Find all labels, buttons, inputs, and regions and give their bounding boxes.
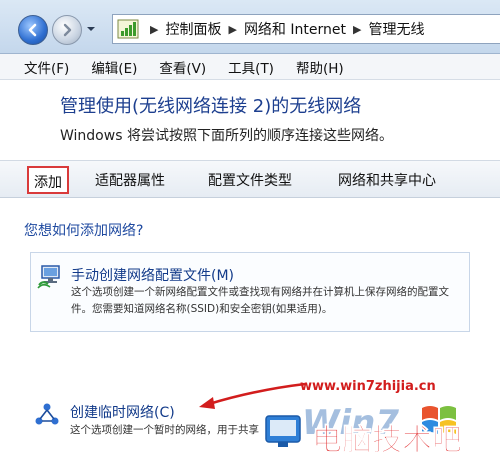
recent-pages-dropdown-icon[interactable] <box>86 24 96 34</box>
add-button[interactable]: 添加 <box>27 166 69 194</box>
network-monitor-icon <box>37 265 60 289</box>
breadcrumb-separator-icon: ▶ <box>150 22 159 36</box>
add-network-question: 您想如何添加网络? <box>24 223 144 239</box>
page-description: Windows 将尝试按照下面所列的顺序连接这些网络。 <box>60 128 393 144</box>
menu-view[interactable]: 查看(V) <box>159 57 206 77</box>
breadcrumb-network-internet[interactable]: 网络和 Internet <box>244 19 346 39</box>
network-sharing-center-button[interactable]: 网络和共享中心 <box>338 170 436 190</box>
watermark-site-name: 电脑技术吧 <box>312 423 462 458</box>
monitor-logo-icon <box>265 415 301 447</box>
breadcrumb-control-panel[interactable]: 控制面板 <box>165 19 221 39</box>
option-title: 手动创建网络配置文件(M) <box>71 268 235 284</box>
option-title: 创建临时网络(C) <box>70 405 175 421</box>
manual-create-profile-option[interactable]: 手动创建网络配置文件(M) 这个选项创建一个新网络配置文件或查找现有网络并在计算… <box>30 252 470 332</box>
page-title: 管理使用(无线网络连接 2)的无线网络 <box>60 96 362 117</box>
adapter-properties-button[interactable]: 适配器属性 <box>95 170 165 190</box>
back-button[interactable] <box>18 15 48 45</box>
network-signal-icon <box>117 19 139 39</box>
forward-button[interactable] <box>52 15 82 45</box>
adhoc-network-icon <box>35 403 59 425</box>
address-path[interactable]: ▶ 控制面板 ▶ 网络和 Internet ▶ 管理无线 <box>112 14 500 44</box>
menu-file[interactable]: 文件(F) <box>24 57 69 77</box>
command-toolbar: 添加 适配器属性 配置文件类型 网络和共享中心 <box>0 160 500 198</box>
profile-types-button[interactable]: 配置文件类型 <box>208 170 292 190</box>
watermark-url: www.win7zhijia.cn <box>300 379 436 394</box>
menu-tools[interactable]: 工具(T) <box>228 57 274 77</box>
back-arrow-icon <box>28 23 37 37</box>
option-description-line: 件。您需要知道网络名称(SSID)和安全密钥(如果适用)。 <box>71 303 333 315</box>
menu-edit[interactable]: 编辑(E) <box>91 57 137 77</box>
option-description-line: 这个选项创建一个新网络配置文件或查找现有网络并在计算机上保存网络的配置文 <box>71 286 449 298</box>
option-description: 这个选项创建一个新网络配置文件或查找现有网络并在计算机上保存网络的配置文 件。您… <box>71 284 471 318</box>
forward-arrow-icon <box>63 23 72 37</box>
breadcrumb-manage-wireless[interactable]: 管理无线 <box>368 19 424 39</box>
breadcrumb-separator-icon: ▶ <box>228 22 237 36</box>
address-bar: ▶ 控制面板 ▶ 网络和 Internet ▶ 管理无线 <box>0 0 500 54</box>
menu-bar: 文件(F) 编辑(E) 查看(V) 工具(T) 帮助(H) <box>0 54 500 80</box>
menu-help[interactable]: 帮助(H) <box>296 57 344 77</box>
breadcrumb-separator-icon: ▶ <box>352 22 362 36</box>
option-description: 这个选项创建一个暂时的网络，用于共享 <box>70 424 259 436</box>
site-watermark-logo: Win7 电脑技术吧 <box>265 403 462 458</box>
